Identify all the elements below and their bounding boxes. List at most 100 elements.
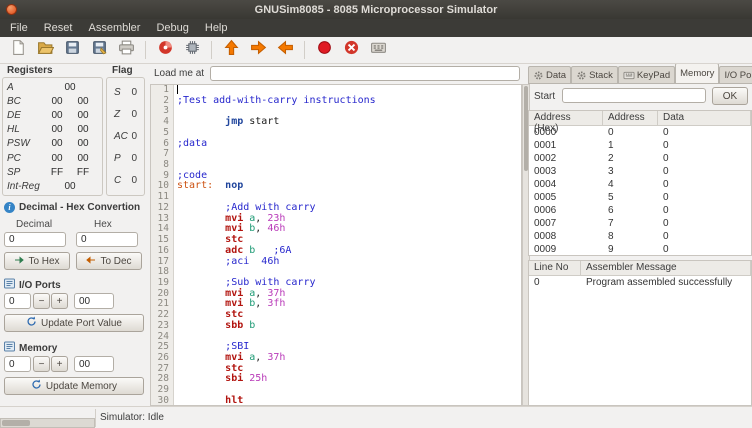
to-hex-button[interactable]: To Hex bbox=[4, 252, 70, 270]
menu-help[interactable]: Help bbox=[197, 21, 236, 35]
keypad-button[interactable] bbox=[366, 39, 390, 61]
memory-value-input[interactable] bbox=[74, 356, 114, 372]
print-button[interactable] bbox=[114, 39, 138, 61]
breakpoint-button[interactable] bbox=[312, 39, 336, 61]
editor-line[interactable]: 4 jmp start bbox=[151, 117, 521, 128]
start-label: Start bbox=[534, 91, 555, 102]
memory-address-input[interactable] bbox=[4, 356, 31, 372]
horizontal-scrollbar[interactable] bbox=[0, 418, 95, 428]
step-button[interactable] bbox=[246, 39, 270, 61]
memory-view-table: Address (Hex)AddressData 000000000110000… bbox=[528, 110, 752, 256]
flag-row-p: P0 bbox=[114, 153, 137, 164]
memory-minus-button[interactable]: − bbox=[33, 356, 50, 372]
memory-row[interactable]: 000220 bbox=[529, 152, 751, 165]
save-as-button[interactable] bbox=[87, 39, 111, 61]
ok-button[interactable]: OK bbox=[712, 87, 748, 105]
editor-line[interactable]: 6;data bbox=[151, 139, 521, 150]
line-number: 23 bbox=[151, 321, 174, 332]
update-memory-button[interactable]: Update Memory bbox=[4, 377, 144, 395]
register-name: BC bbox=[7, 96, 44, 107]
column-header[interactable]: Data bbox=[658, 111, 751, 125]
memory-row[interactable]: 000330 bbox=[529, 165, 751, 178]
register-value: 00 bbox=[44, 110, 70, 121]
column-header[interactable]: Address (Hex) bbox=[529, 111, 603, 125]
assemble-icon bbox=[157, 39, 174, 61]
decimal-input[interactable] bbox=[4, 232, 66, 247]
editor-line[interactable]: 23 sbb b bbox=[151, 321, 521, 332]
editor-line[interactable]: 2;Test add-with-carry instructions bbox=[151, 96, 521, 107]
tab-i-o-ports[interactable]: I/O Ports bbox=[719, 66, 752, 83]
io-port-value-input[interactable] bbox=[74, 293, 114, 309]
code-segment: nop bbox=[225, 180, 243, 191]
save-button[interactable] bbox=[60, 39, 84, 61]
run-button[interactable] bbox=[219, 39, 243, 61]
register-value: 00 bbox=[44, 138, 70, 149]
cell: 0002 bbox=[529, 152, 603, 165]
editor-line[interactable]: 28 sbi 25h bbox=[151, 374, 521, 385]
column-header[interactable]: Line No bbox=[529, 261, 581, 275]
code-segment: , bbox=[255, 298, 267, 309]
update-port-value-button[interactable]: Update Port Value bbox=[4, 314, 144, 332]
message-row[interactable]: 0Program assembled successfully bbox=[529, 276, 751, 289]
load-me-at-input[interactable] bbox=[210, 66, 520, 81]
cell: 0 bbox=[658, 243, 751, 256]
show-listing-button[interactable] bbox=[180, 39, 204, 61]
close-button[interactable] bbox=[6, 4, 17, 15]
flag-row-s: S0 bbox=[114, 87, 137, 98]
column-header[interactable]: Assembler Message bbox=[581, 261, 751, 275]
register-value: 00 bbox=[44, 96, 70, 107]
editor-line[interactable]: 30 hlt bbox=[151, 396, 521, 406]
cell: 0004 bbox=[529, 178, 603, 191]
register-value: FF bbox=[44, 167, 70, 178]
hex-input[interactable] bbox=[76, 232, 138, 247]
cell: 0 bbox=[658, 165, 751, 178]
start-address-input[interactable] bbox=[562, 88, 706, 103]
memory-row[interactable]: 000000 bbox=[529, 126, 751, 139]
line-number: 30 bbox=[151, 396, 174, 406]
memory-plus-button[interactable]: + bbox=[51, 356, 68, 372]
code-segment: 25h bbox=[249, 373, 267, 384]
tab-data[interactable]: Data bbox=[528, 66, 571, 83]
code-segment bbox=[177, 288, 225, 299]
to-dec-button[interactable]: To Dec bbox=[76, 252, 142, 270]
cell: 5 bbox=[603, 191, 658, 204]
assemble-button[interactable] bbox=[153, 39, 177, 61]
registers-table: A00BC0000DE0000HL0000PSW0000PC0000SPFFFF… bbox=[2, 77, 103, 196]
column-header[interactable]: Address bbox=[603, 111, 658, 125]
io-port-minus-button[interactable]: − bbox=[33, 293, 50, 309]
editor-line[interactable]: 17 ;aci 46h bbox=[151, 257, 521, 268]
code-segment: 37h bbox=[267, 352, 285, 363]
step-back-button[interactable] bbox=[273, 39, 297, 61]
memory-row[interactable]: 000110 bbox=[529, 139, 751, 152]
memory-table-header: Address (Hex)AddressData bbox=[529, 111, 751, 126]
memory-row[interactable]: 000440 bbox=[529, 178, 751, 191]
menu-assembler[interactable]: Assembler bbox=[80, 21, 148, 35]
refresh-icon bbox=[31, 379, 42, 393]
tab-memory[interactable]: Memory bbox=[675, 64, 719, 83]
io-port-number-input[interactable] bbox=[4, 293, 31, 309]
code-segment bbox=[177, 277, 225, 288]
menu-reset[interactable]: Reset bbox=[36, 21, 81, 35]
tab-keypad[interactable]: KeyPad bbox=[618, 66, 675, 83]
memory-row[interactable]: 000660 bbox=[529, 204, 751, 217]
open-button[interactable] bbox=[33, 39, 57, 61]
clear-breakpoint-icon bbox=[343, 39, 360, 61]
memory-row[interactable]: 000550 bbox=[529, 191, 751, 204]
tab-label: KeyPad bbox=[637, 70, 670, 81]
editor-line[interactable]: 10start: nop bbox=[151, 181, 521, 192]
memory-row[interactable]: 000880 bbox=[529, 230, 751, 243]
scrollbar-thumb[interactable] bbox=[2, 420, 30, 426]
clear-breakpoints-button[interactable] bbox=[339, 39, 363, 61]
tab-stack[interactable]: Stack bbox=[571, 66, 618, 83]
new-button[interactable] bbox=[6, 39, 30, 61]
io-port-plus-button[interactable]: + bbox=[51, 293, 68, 309]
menu-debug[interactable]: Debug bbox=[148, 21, 196, 35]
editor-line[interactable]: 7 bbox=[151, 149, 521, 160]
code-editor[interactable]: 12;Test add-with-carry instructions34 jm… bbox=[150, 84, 522, 406]
menu-file[interactable]: File bbox=[2, 21, 36, 35]
flag-value: 0 bbox=[131, 87, 137, 98]
tab-label: Memory bbox=[680, 68, 714, 79]
memory-row[interactable]: 000990 bbox=[529, 243, 751, 256]
cell: 7 bbox=[603, 217, 658, 230]
memory-row[interactable]: 000770 bbox=[529, 217, 751, 230]
